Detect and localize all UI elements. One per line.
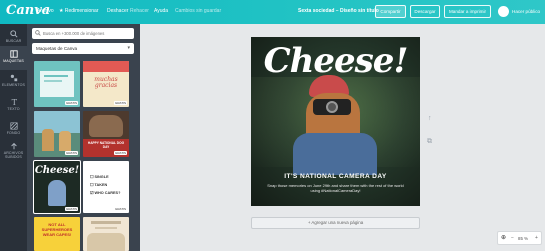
background-icon [9, 122, 18, 130]
sidebar-item-layouts[interactable]: MAQUETAS [0, 46, 27, 70]
print-button[interactable]: Mandar a imprimir [444, 5, 491, 18]
canva-editor: Canva Archivo ★ Redimensionar Deshacer R… [0, 0, 545, 251]
sidebar-item-label: BUSCAR [5, 39, 22, 43]
sidebar-item-elements[interactable]: ELEMENTOS [0, 70, 27, 94]
thumb-sky [34, 111, 80, 133]
add-page-button[interactable]: + Agregar una nueva página [251, 217, 420, 229]
thumb-text: HAPPY NATIONAL DOG DAY [87, 141, 125, 149]
category-select-value: Maquetas de Canva [36, 46, 78, 51]
sidebar-item-text[interactable]: T TEXTO [0, 94, 27, 118]
sidebar-item-label: ARCHIVOS SUBIDOS [3, 151, 24, 159]
search-box[interactable] [32, 28, 134, 39]
menu-undo[interactable]: Deshacer [107, 8, 128, 14]
template-thumb[interactable]: muchas gracias GRATIS [83, 61, 129, 107]
search-input[interactable] [43, 29, 131, 38]
save-status: Cambios sin guardar [175, 8, 222, 14]
checklist-item: ☐ TAKEN [90, 181, 120, 189]
layouts-panel: Maquetas de Canva ▾ GRATIS muchas gracia… [27, 24, 140, 251]
menu-help[interactable]: Ayuda [154, 8, 168, 14]
thumb-text: muchas gracias [94, 76, 118, 89]
category-select[interactable]: Maquetas de Canva ▾ [32, 43, 134, 54]
template-thumb[interactable]: GRATIS [34, 61, 80, 107]
template-thumb-selected[interactable]: Cheese! GRATIS [33, 160, 81, 214]
copy-page-icon[interactable]: ⧉ [427, 138, 432, 146]
sidebar: BUSCAR MAQUETAS ELEMENTOS T TEXTO FONDO … [0, 24, 27, 251]
help-icon[interactable]: ⊕ [501, 234, 506, 241]
free-badge: GRATIS [65, 207, 78, 211]
menu-resize[interactable]: ★ Redimensionar [59, 8, 99, 14]
design-canvas[interactable]: Cheese! IT'S NATIONAL CAMERA DAY Snap th… [251, 37, 420, 206]
thumb-checklist: ☐ SINGLE ☐ TAKEN ☑ WHO CARES? [90, 173, 120, 197]
avatar[interactable] [498, 6, 509, 17]
page-up-icon[interactable]: ↑ [428, 115, 432, 122]
zoom-out-icon[interactable]: − [511, 235, 514, 241]
sidebar-item-label: MAQUETAS [3, 59, 24, 63]
design-subtitle[interactable]: IT'S NATIONAL CAMERA DAY [251, 173, 420, 180]
sidebar-item-label: TEXTO [7, 107, 20, 111]
top-toolbar: Canva Archivo ★ Redimensionar Deshacer R… [0, 0, 545, 24]
template-thumb[interactable] [83, 217, 129, 251]
checklist-label: SINGLE [94, 175, 109, 179]
menu-file[interactable]: Archivo [37, 8, 54, 14]
checklist-item: ☐ SINGLE [90, 173, 120, 181]
thumb-shape [87, 233, 125, 251]
checklist-label: WHO CARES? [94, 191, 121, 195]
free-badge: GRATIS [114, 151, 127, 155]
thumb-line [44, 80, 62, 82]
template-thumb[interactable]: ☐ SINGLE ☐ TAKEN ☑ WHO CARES? GRATIS [83, 161, 129, 213]
template-thumb[interactable]: HAPPY NATIONAL DOG DAY GRATIS [83, 111, 129, 157]
thumb-figure [59, 131, 71, 151]
menu-redo[interactable]: Rehacer [130, 8, 149, 14]
zoom-control: ⊕ − 85 % + [497, 231, 542, 245]
template-thumb[interactable]: GRATIS [34, 111, 80, 157]
free-badge: GRATIS [65, 151, 78, 155]
camera-lens [326, 101, 338, 113]
sidebar-item-label: ELEMENTOS [1, 83, 25, 87]
menu-resize-label: Redimensionar [64, 8, 99, 14]
checklist-item: ☑ WHO CARES? [90, 189, 120, 197]
thumb-dog [89, 115, 123, 137]
free-badge: GRATIS [114, 207, 127, 211]
thumb-line [44, 75, 68, 77]
sidebar-item-label: FONDO [6, 131, 21, 135]
free-badge: GRATIS [65, 101, 78, 105]
share-button[interactable]: Compartir [375, 5, 406, 18]
thumb-figure [48, 180, 66, 206]
template-thumb[interactable]: NOT ALL SUPERHEROES WEAR CAPES! [34, 217, 80, 251]
sidebar-item-uploads[interactable]: ARCHIVOS SUBIDOS [0, 138, 27, 168]
document-title[interactable]: Sexta sociedad – Diseño sin título [298, 8, 379, 14]
thumb-line [95, 227, 117, 229]
thumb-figure [42, 129, 54, 151]
thumb-text: Cheese! [34, 165, 80, 176]
design-body-text[interactable]: Snap those memories on June 29th and sha… [265, 183, 406, 193]
svg-text:T: T [11, 98, 17, 106]
text-icon: T [11, 98, 17, 106]
thumb-banner [83, 61, 129, 72]
upload-icon [10, 142, 17, 150]
checklist-label: TAKEN [94, 183, 108, 187]
photo-jacket [293, 133, 377, 175]
zoom-level[interactable]: 85 % [518, 236, 528, 241]
search-icon [9, 30, 18, 38]
thumb-line [91, 221, 121, 224]
shapes-icon [10, 74, 17, 82]
download-button[interactable]: Descargar [410, 5, 440, 18]
layout-icon [9, 50, 18, 58]
free-badge: GRATIS [114, 101, 127, 105]
search-icon [35, 30, 41, 36]
design-headline[interactable]: Cheese! [251, 41, 420, 81]
zoom-in-icon[interactable]: + [535, 235, 538, 241]
thumb-text: NOT ALL SUPERHEROES WEAR CAPES! [41, 222, 73, 237]
make-public-button[interactable]: Hacer público [512, 9, 540, 14]
chevron-down-icon: ▾ [127, 45, 130, 51]
